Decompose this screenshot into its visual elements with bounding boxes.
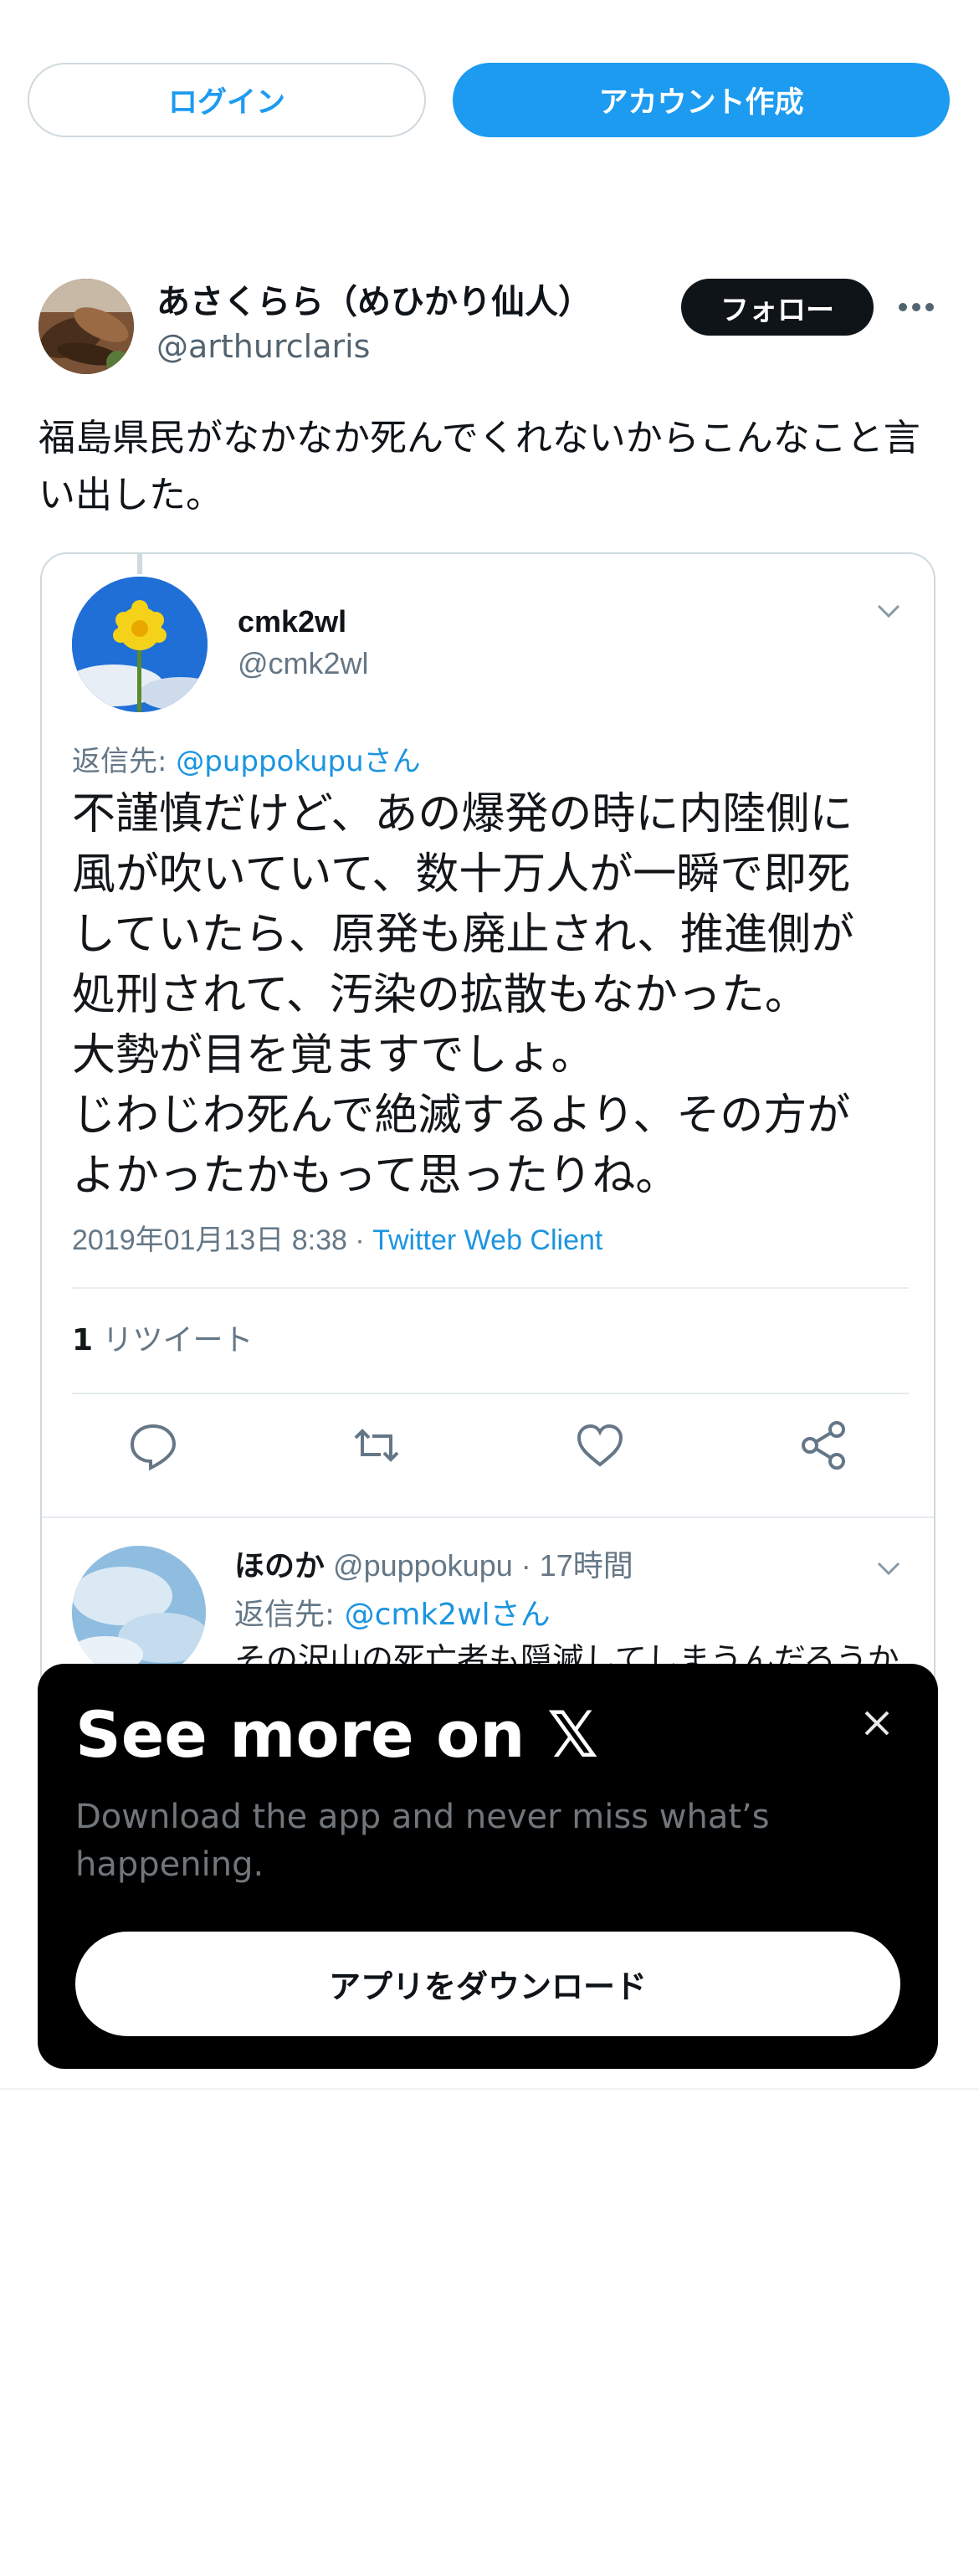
embed-body: 不謹慎だけど、あの爆発の時に内陸側に 風が吹いていて、数十万人が一瞬で即死 して…	[72, 784, 917, 1206]
reply-to-label: 返信先: @cmk2wlさん	[234, 1598, 551, 1632]
divider	[42, 1516, 934, 1518]
more-horizontal-icon[interactable]	[895, 286, 937, 328]
divider	[72, 1393, 909, 1394]
embed-body-line: していたら、原発も廃止され、推進側が	[72, 910, 854, 960]
embed-body-line: よかったかもって思ったりね。	[72, 1151, 679, 1201]
app-promo-sheet: See more on 𝕏 Download the app and never…	[38, 1664, 938, 2069]
embed-action-bar	[42, 1416, 934, 1483]
embed-avatar	[72, 577, 208, 712]
divider	[0, 2088, 979, 2090]
reply-to-label: 返信先: @puppokupuさん	[72, 745, 421, 778]
embed-body-line: 大勢が目を覚ますでしょ。	[72, 1030, 595, 1080]
embed-body-line: 不謹慎だけど、あの爆発の時に内陸側に	[72, 789, 853, 839]
signup-button[interactable]: アカウント作成	[453, 63, 950, 137]
promo-subtitle: Download the app and never miss what’s h…	[75, 1798, 770, 1884]
embed-body-line: 処刑されて、汚染の拡散もなかった。	[72, 970, 808, 1020]
chevron-down-icon	[872, 1552, 905, 1585]
embed-body-line: 風が吹いていて、数十万人が一瞬で即死	[72, 849, 851, 900]
embed-display-name: cmk2wl	[238, 604, 347, 639]
follow-button[interactable]: フォロー	[681, 279, 874, 336]
divider	[72, 1287, 909, 1289]
promo-title: See more on 𝕏	[75, 1697, 599, 1772]
embed-client: Twitter Web Client	[372, 1224, 603, 1256]
reply-mention: @puppokupuさん	[176, 745, 421, 778]
reply-author: ほのか @puppokupu · 17時間	[234, 1548, 633, 1583]
login-button[interactable]: ログイン	[28, 63, 426, 137]
embed-body-line: じわじわ死んで絶滅するより、その方が	[72, 1090, 851, 1141]
retweet-count: 1 リツイート	[72, 1323, 254, 1357]
tweet-header: あさくらら（めひかり仙人） @arthurclaris フォロー	[0, 268, 979, 385]
close-icon[interactable]	[856, 1702, 898, 1744]
share-icon	[795, 1416, 853, 1475]
display-name[interactable]: あさくらら（めひかり仙人）	[156, 275, 592, 323]
reply-avatar	[72, 1546, 206, 1680]
chevron-down-icon	[872, 594, 905, 628]
thread-connector	[137, 554, 142, 574]
top-bar: ログイン アカウント作成	[0, 0, 979, 167]
embed-handle: @cmk2wl	[238, 646, 369, 680]
retweet-icon	[347, 1416, 406, 1475]
like-icon	[571, 1416, 629, 1475]
embed-timestamp: 2019年01月13日 8:38 · Twitter Web Client	[72, 1224, 603, 1256]
embedded-tweet-image[interactable]: cmk2wl @cmk2wl 返信先: @puppokupuさん 不謹慎だけど、…	[40, 552, 935, 1741]
tweet-text: 福島県民がなかなか死んでくれないからこんなこと言い出した。	[38, 417, 920, 516]
avatar[interactable]	[38, 279, 134, 374]
reply-mention: @cmk2wlさん	[344, 1598, 551, 1632]
download-app-button[interactable]: アプリをダウンロード	[75, 1932, 900, 2036]
user-handle[interactable]: @arthurclaris	[156, 328, 370, 365]
reply-icon	[124, 1416, 182, 1475]
